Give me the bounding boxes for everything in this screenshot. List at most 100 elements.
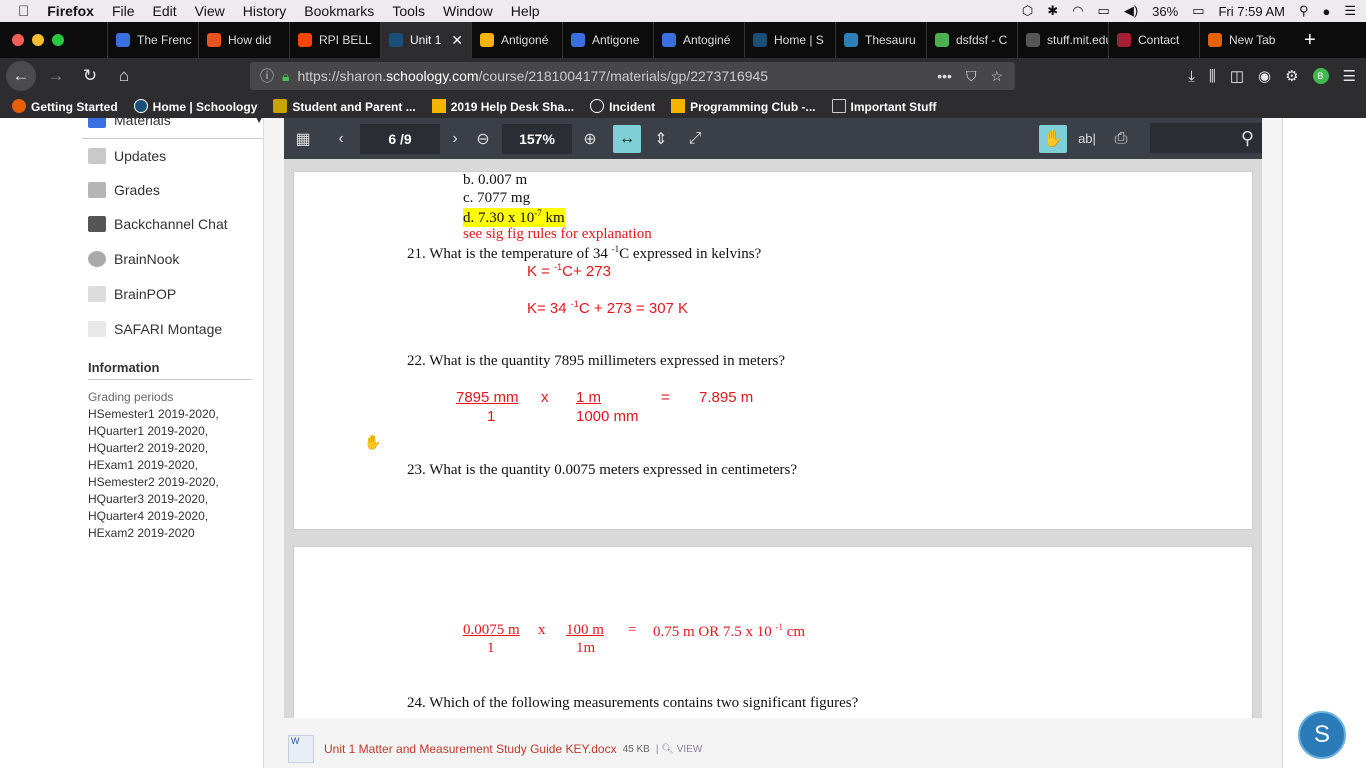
browser-tab[interactable]: New Tab — [1199, 22, 1290, 58]
search-icon[interactable]: ⚲ — [1241, 128, 1254, 149]
sidebar-item-updates[interactable]: Updates — [88, 148, 166, 164]
attachment-link[interactable]: Unit 1 Matter and Measurement Study Guid… — [324, 742, 617, 756]
conversion-22-result: 7.895 m — [699, 389, 754, 406]
browser-tab[interactable]: dsfdsf - C — [926, 22, 1017, 58]
document-page: 0.0075 m x 100 m = 0.75 m OR 7.5 x 10 -1… — [293, 546, 1253, 718]
zoom-level[interactable]: 157% — [502, 123, 572, 154]
menu-bookmarks[interactable]: Bookmarks — [304, 3, 374, 19]
downloads-icon[interactable]: ⤓ — [1188, 68, 1195, 85]
menu-window[interactable]: Window — [443, 3, 493, 19]
fit-height-icon[interactable]: ⇕ — [644, 124, 678, 154]
siri-icon[interactable]: ● — [1322, 4, 1330, 19]
schoology-chat-button[interactable]: S — [1298, 711, 1346, 759]
tab-label: Unit 1 — [410, 33, 442, 47]
thumbnails-icon[interactable]: ▦ — [284, 124, 322, 154]
sidebar-item-materials[interactable]: Materials ▼ — [88, 118, 264, 128]
browser-tab[interactable]: The Frenc — [107, 22, 198, 58]
sidebar-item-grades[interactable]: Grades — [88, 182, 160, 198]
menu-view[interactable]: View — [195, 3, 225, 19]
previous-page-button[interactable]: ‹ — [322, 124, 360, 154]
formula-text: K= 34 — [527, 300, 571, 317]
battery-icon[interactable]: ▭ — [1192, 3, 1204, 19]
menu-tools[interactable]: Tools — [392, 3, 425, 19]
bookmark-getting-started[interactable]: Getting Started — [12, 98, 118, 114]
lock-icon[interactable]: 🔒︎ — [282, 68, 289, 85]
browser-tab[interactable]: Thesauru — [835, 22, 926, 58]
browser-tab[interactable]: Antoginé — [653, 22, 744, 58]
sidebar-item-safari[interactable]: SAFARI Montage — [88, 321, 222, 337]
next-page-button[interactable]: › — [440, 124, 470, 154]
zoom-in-button[interactable]: ⊕ — [578, 124, 602, 154]
page-number-input[interactable]: 6 — [388, 131, 396, 147]
zoom-out-button[interactable]: ⊖ — [470, 124, 496, 154]
bluetooth-icon[interactable]: ✱ — [1047, 3, 1058, 19]
clock[interactable]: Fri 7:59 AM — [1218, 4, 1284, 19]
bookmark-schoology[interactable]: Home | Schoology — [133, 98, 257, 114]
bookmark-star-icon[interactable]: ☆ — [990, 68, 1003, 85]
library-icon[interactable]: ⫼ — [1209, 68, 1216, 85]
browser-tab[interactable]: RPI BELL — [289, 22, 380, 58]
menu-app-name[interactable]: Firefox — [47, 3, 94, 19]
sidebar-item-brainpop[interactable]: BrainPOP — [88, 286, 176, 302]
sidebar-item-label: BrainNook — [114, 251, 180, 267]
browser-tab[interactable]: Home | S — [744, 22, 835, 58]
bookmark-help-desk[interactable]: 2019 Help Desk Sha... — [431, 98, 574, 114]
formula-text: C+ 273 — [562, 263, 611, 280]
bookmark-student-parent[interactable]: Student and Parent ... — [273, 98, 416, 114]
browser-tab[interactable]: Contact — [1108, 22, 1199, 58]
info-icon[interactable]: ⓘ — [260, 66, 274, 86]
bookmark-programming-club[interactable]: Programming Club -... — [671, 98, 816, 114]
text-select-icon[interactable]: ab| — [1070, 124, 1104, 154]
close-tab-icon[interactable]: ✕ — [451, 32, 463, 49]
back-button[interactable]: ← — [6, 61, 36, 91]
menu-file[interactable]: File — [112, 3, 135, 19]
apple-icon[interactable]:  — [18, 3, 29, 20]
account-icon[interactable]: ◉ — [1258, 67, 1271, 85]
chevron-down-icon[interactable]: ▼ — [254, 118, 264, 126]
extension-icon[interactable]: ⚙ — [1285, 67, 1298, 85]
fit-width-icon[interactable]: ↔ — [610, 124, 644, 154]
extension-b-icon[interactable]: B — [1312, 68, 1329, 84]
spotlight-icon[interactable]: ⚲ — [1299, 3, 1309, 19]
sidebar-item-brainnook[interactable]: BrainNook — [88, 251, 179, 267]
menu-help[interactable]: Help — [511, 3, 540, 19]
bookmark-folder-important[interactable]: Important Stuff — [831, 98, 937, 114]
new-tab-button[interactable]: + — [1304, 29, 1316, 52]
url-bar[interactable]: ⓘ 🔒︎ https://sharon. schoology.com/course… — [250, 62, 1015, 90]
dropbox-icon[interactable]: ⬡ — [1022, 3, 1033, 19]
wifi-icon[interactable]: ◠ — [1072, 3, 1083, 19]
browser-tab[interactable]: Antigone — [562, 22, 653, 58]
page-actions-icon[interactable]: ••• — [937, 68, 952, 85]
answer-d-highlighted: d. 7.30 x 10-7 km — [463, 208, 565, 227]
fullscreen-icon[interactable]: ⤢ — [678, 124, 712, 154]
browser-tab[interactable]: Unit 1 ✕ — [380, 22, 471, 58]
tab-label: Antoginé — [683, 33, 731, 47]
home-button[interactable]: ⌂ — [110, 62, 138, 90]
result-unit: cm — [783, 624, 806, 640]
hand-tool-icon[interactable]: ✋ — [1036, 124, 1070, 154]
close-window-icon[interactable] — [12, 34, 24, 46]
attachment-view-link[interactable]: | 🔍︎ VIEW — [656, 744, 702, 755]
bookmark-incident[interactable]: Incident — [590, 98, 655, 114]
page-indicator[interactable]: 6 /9 — [360, 123, 440, 154]
pocket-icon[interactable]: ⛉ — [966, 68, 977, 85]
notification-center-icon[interactable]: ☰ — [1344, 3, 1356, 19]
volume-icon[interactable]: ◀) — [1124, 3, 1138, 19]
sidebar-item-backchannel[interactable]: Backchannel Chat — [88, 216, 228, 232]
conversion-23-denominator: 1 — [487, 640, 495, 656]
menu-history[interactable]: History — [243, 3, 287, 19]
browser-tab[interactable]: How did — [198, 22, 289, 58]
browser-tab[interactable]: stuff.mit.edu/ — [1017, 22, 1108, 58]
reload-button[interactable]: ↻ — [76, 62, 104, 90]
browser-tab[interactable]: Antigoné — [471, 22, 562, 58]
airplay-icon[interactable]: ▭ — [1098, 3, 1110, 19]
print-icon[interactable]: ⎙ — [1104, 124, 1138, 154]
minimize-window-icon[interactable] — [32, 34, 44, 46]
superscript: -1 — [554, 262, 563, 272]
search-input[interactable]: ⚲ — [1150, 123, 1262, 153]
maximize-window-icon[interactable] — [52, 34, 64, 46]
menu-icon[interactable]: ☰ — [1343, 67, 1356, 85]
sidebar-toggle-icon[interactable]: ◫ — [1230, 67, 1244, 85]
forward-button[interactable]: → — [42, 62, 70, 90]
menu-edit[interactable]: Edit — [153, 3, 177, 19]
